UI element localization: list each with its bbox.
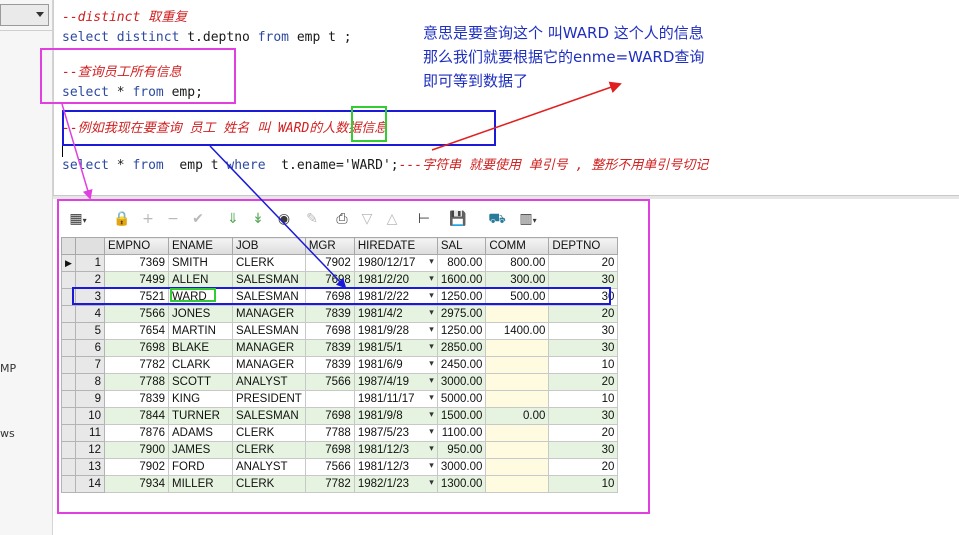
annotation-note-2: 那么我们就要根据它的enme=WARD查询	[423, 48, 705, 66]
arrow-red	[431, 81, 622, 151]
arrow-blue	[209, 145, 347, 289]
annotation-note-1: 意思是要查询这个 叫WARD 这个人的信息	[423, 24, 704, 42]
arrow-magenta	[61, 103, 93, 200]
annotation-note-3: 即可等到数据了	[423, 72, 529, 90]
